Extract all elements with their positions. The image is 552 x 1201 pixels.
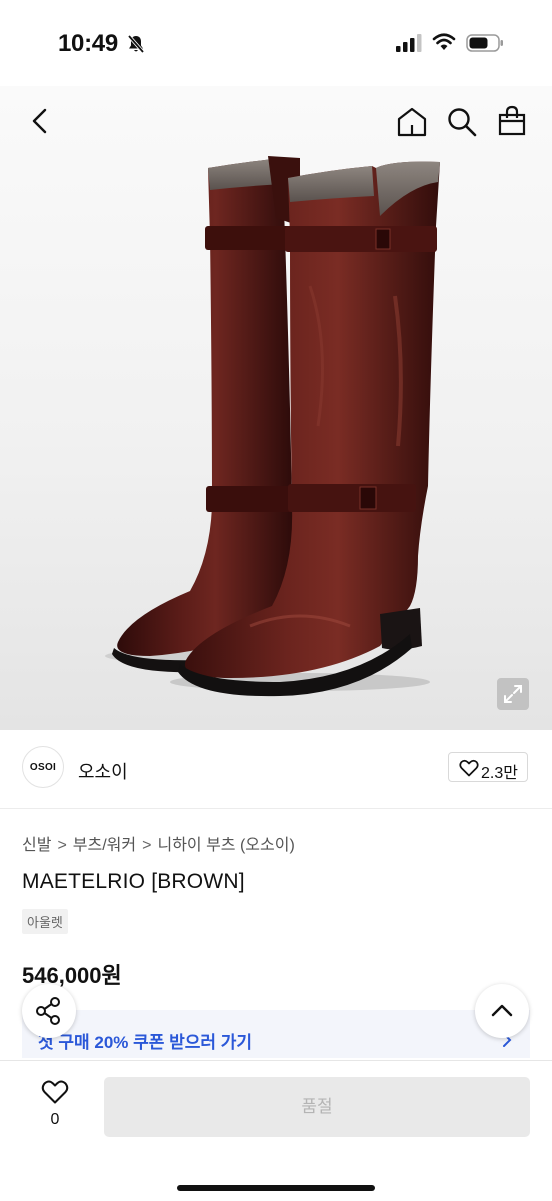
wishlist-button[interactable]: 0 <box>30 1079 80 1139</box>
breadcrumb: 신발 > 부츠/워커 > 니하이 부츠 (오소이) <box>22 831 295 855</box>
wishlist-count: 0 <box>50 1111 60 1128</box>
silent-bell-icon <box>127 34 145 54</box>
breadcrumb-item-shoes[interactable]: 신발 <box>22 837 51 854</box>
chevron-up-icon <box>491 1004 513 1017</box>
seller-name[interactable]: 오소이 <box>78 758 128 784</box>
share-button[interactable] <box>22 984 76 1038</box>
product-name: MAETELRIO [BROWN] <box>22 870 245 893</box>
expand-icon <box>504 685 522 703</box>
brand-like-button[interactable]: 2.3만 <box>448 752 528 782</box>
home-icon[interactable] <box>396 106 428 138</box>
shopping-bag-icon[interactable] <box>496 105 528 137</box>
heart-icon <box>459 759 479 777</box>
battery-icon <box>466 34 503 52</box>
seller-logo[interactable]: OSOI <box>22 746 64 788</box>
product-image[interactable] <box>0 86 552 730</box>
heart-icon <box>41 1080 69 1104</box>
sold-out-button[interactable]: 품절 <box>104 1077 530 1137</box>
brand-like-count: 2.3만 <box>481 765 518 782</box>
outlet-tag: 아울렛 <box>22 909 68 934</box>
chevron-right-icon: > <box>57 837 67 854</box>
status-bar: 10:49 <box>0 0 552 86</box>
breadcrumb-item-boots[interactable]: 부츠/워커 <box>73 837 136 854</box>
chevron-right-icon: > <box>142 837 152 854</box>
status-time: 10:49 <box>58 30 118 57</box>
signal-icon <box>396 34 422 52</box>
home-indicator <box>177 1185 375 1191</box>
search-icon[interactable] <box>446 106 478 138</box>
bottom-action-bar: 0 품절 <box>0 1060 552 1201</box>
share-icon <box>36 997 60 1025</box>
breadcrumb-item-knee-high[interactable]: 니하이 부츠 (오소이) <box>157 837 294 854</box>
expand-image-button[interactable] <box>497 678 529 710</box>
boots-image <box>105 156 440 697</box>
scroll-top-button[interactable] <box>475 984 529 1038</box>
seller-row: OSOI 오소이 2.3만 <box>0 730 552 809</box>
coupon-banner[interactable]: 첫 구매 20% 쿠폰 받으러 가기 <box>22 1010 530 1058</box>
wifi-icon <box>432 33 456 50</box>
back-icon[interactable] <box>26 106 56 136</box>
